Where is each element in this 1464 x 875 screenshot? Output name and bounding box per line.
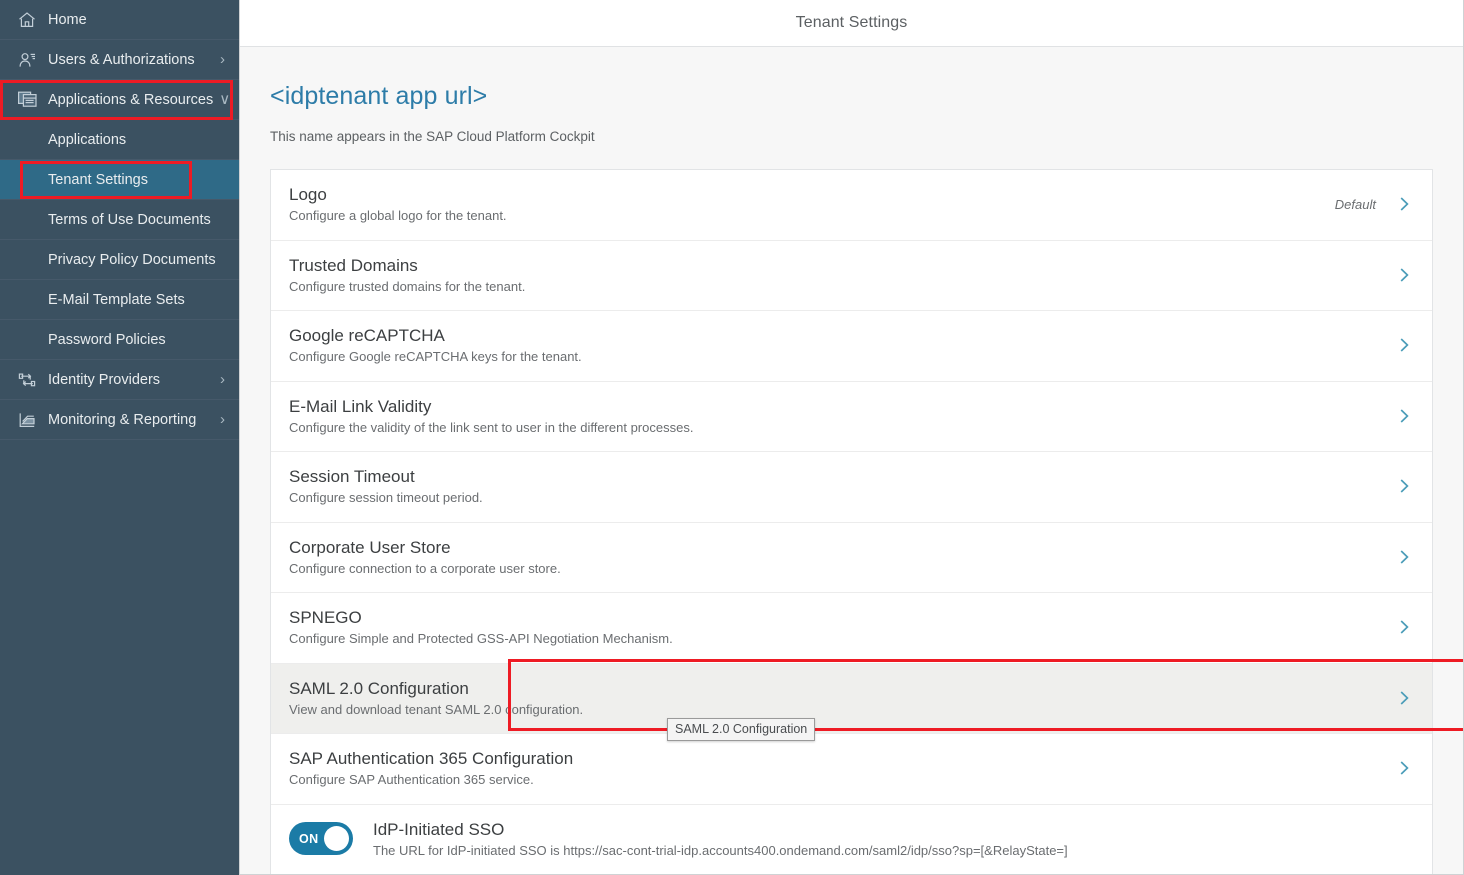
row-title: Logo [289,184,1335,205]
sidebar-item-privacy-policy-documents[interactable]: Privacy Policy Documents [0,240,239,280]
row-title: E-Mail Link Validity [289,396,1398,417]
content-area: <idptenant app url> This name appears in… [240,47,1463,874]
chevron-right-icon[interactable] [1398,618,1410,636]
sidebar-subitem-label: E-Mail Template Sets [48,292,185,308]
row-title: SPNEGO [289,607,1398,628]
chevron-right-icon[interactable] [1398,689,1410,707]
settings-row-google-recaptcha[interactable]: Google reCAPTCHA Configure Google reCAPT… [271,311,1432,382]
sidebar-item-label: Monitoring & Reporting [48,412,214,428]
toggle-state-label: ON [299,832,319,846]
sidebar-item-password-policies[interactable]: Password Policies [0,320,239,360]
sidebar-subitem-label: Password Policies [48,332,166,348]
row-description: Configure a global logo for the tenant. [289,208,1335,224]
sidebar-item-label: Identity Providers [48,372,214,388]
main-area: Tenant Settings <idptenant app url> This… [240,0,1463,874]
row-description: Configure SAP Authentication 365 service… [289,772,1398,788]
toggle-knob [324,826,349,851]
idp-initiated-sso-toggle[interactable]: ON [289,822,353,855]
chevron-right-icon: › [220,412,225,427]
chevron-right-icon[interactable] [1398,336,1410,354]
row-title: IdP-Initiated SSO [373,819,1410,840]
sidebar-subitem-label: Privacy Policy Documents [48,252,216,268]
row-title: Session Timeout [289,466,1398,487]
chevron-right-icon[interactable] [1398,548,1410,566]
page-subtitle: This name appears in the SAP Cloud Platf… [270,129,1433,144]
sidebar-item-identity-providers[interactable]: Identity Providers › [0,360,239,400]
page-header-title: Tenant Settings [796,14,908,32]
settings-row-corporate-user-store[interactable]: Corporate User Store Configure connectio… [271,523,1432,594]
chevron-right-icon[interactable] [1398,195,1410,213]
home-icon [16,9,38,31]
sidebar-subitem-label: Applications [48,132,126,148]
status-badge: Default [1335,197,1376,212]
sidebar-item-tenant-settings[interactable]: Tenant Settings [0,160,239,200]
sidebar-item-email-template-sets[interactable]: E-Mail Template Sets [0,280,239,320]
row-description: Configure trusted domains for the tenant… [289,279,1398,295]
row-description: Configure connection to a corporate user… [289,561,1398,577]
page-title: <idptenant app url> [270,82,1433,111]
chevron-down-icon: ∨ [219,92,230,107]
row-title: Trusted Domains [289,255,1398,276]
sidebar: Home Users & Authorizations › [0,0,240,875]
chevron-right-icon: › [220,372,225,387]
sidebar-item-applications-resources[interactable]: Applications & Resources ∨ [0,80,239,120]
row-description: Configure Simple and Protected GSS-API N… [289,631,1398,647]
settings-row-saml-2-0-configuration[interactable]: SAML 2.0 Configuration View and download… [271,664,1432,735]
tooltip-saml-configuration: SAML 2.0 Configuration [667,718,815,741]
settings-row-idp-initiated-sso[interactable]: ON IdP-Initiated SSO The URL for IdP-ini… [271,805,1432,875]
sidebar-item-users-authorizations[interactable]: Users & Authorizations › [0,40,239,80]
monitoring-icon [16,409,38,431]
sidebar-subitem-label: Terms of Use Documents [48,212,211,228]
row-description: View and download tenant SAML 2.0 config… [289,702,1398,718]
row-description: Configure the validity of the link sent … [289,420,1398,436]
identity-providers-icon [16,369,38,391]
chevron-right-icon[interactable] [1398,477,1410,495]
settings-row-logo[interactable]: Logo Configure a global logo for the ten… [271,170,1432,241]
chevron-right-icon: › [220,52,225,67]
row-description: Configure Google reCAPTCHA keys for the … [289,349,1398,365]
sidebar-item-terms-of-use-documents[interactable]: Terms of Use Documents [0,200,239,240]
settings-row-email-link-validity[interactable]: E-Mail Link Validity Configure the valid… [271,382,1432,453]
top-bar: Tenant Settings [240,0,1463,47]
settings-row-trusted-domains[interactable]: Trusted Domains Configure trusted domain… [271,241,1432,312]
row-title: Google reCAPTCHA [289,325,1398,346]
sidebar-subitem-label: Tenant Settings [48,172,148,188]
chevron-right-icon[interactable] [1398,266,1410,284]
row-title: Corporate User Store [289,537,1398,558]
settings-list: Logo Configure a global logo for the ten… [270,169,1433,874]
tenant-settings-screen: Home Users & Authorizations › [0,0,1464,875]
settings-row-session-timeout[interactable]: Session Timeout Configure session timeou… [271,452,1432,523]
row-description: Configure session timeout period. [289,490,1398,506]
chevron-right-icon[interactable] [1398,759,1410,777]
sidebar-item-applications[interactable]: Applications [0,120,239,160]
user-auth-icon [16,49,38,71]
row-description: The URL for IdP-initiated SSO is https:/… [373,843,1410,859]
sidebar-item-home[interactable]: Home [0,0,239,40]
applications-icon [16,89,38,111]
sidebar-item-label: Users & Authorizations [48,52,214,68]
sidebar-item-label: Home [48,12,219,28]
settings-row-spnego[interactable]: SPNEGO Configure Simple and Protected GS… [271,593,1432,664]
chevron-right-icon[interactable] [1398,407,1410,425]
sidebar-item-monitoring-reporting[interactable]: Monitoring & Reporting › [0,400,239,440]
sidebar-item-label: Applications & Resources [48,92,213,108]
row-title: SAP Authentication 365 Configuration [289,748,1398,769]
settings-row-sap-authentication-365-configuration[interactable]: SAP Authentication 365 Configuration Con… [271,734,1432,805]
row-title: SAML 2.0 Configuration [289,678,1398,699]
